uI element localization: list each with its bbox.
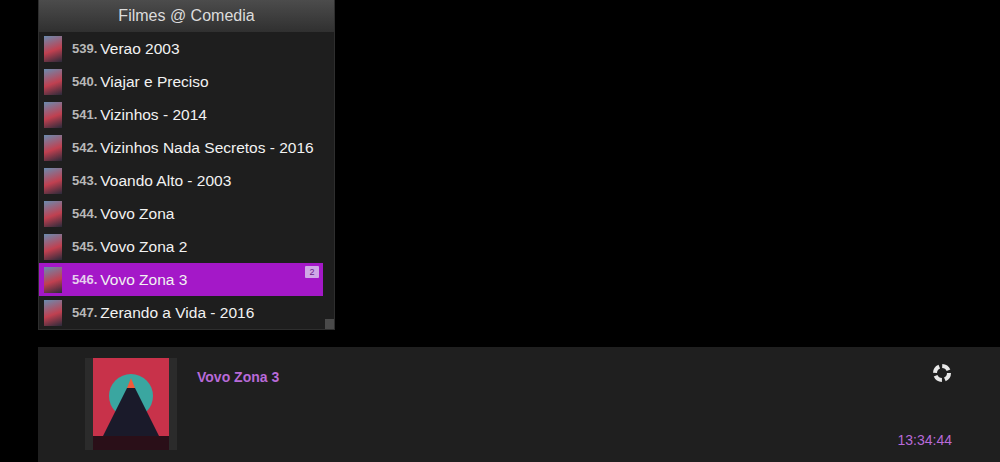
movie-title: Vizinhos Nada Secretos - 2016 <box>100 139 313 157</box>
movie-list-panel: Filmes @ Comedia539.Verao 2003540.Viajar… <box>38 0 335 330</box>
movie-title: Voando Alto - 2003 <box>100 172 231 190</box>
info-bar: Vovo Zona 3 13:34:44 <box>38 347 1000 462</box>
movie-title: Zerando a Vida - 2016 <box>100 304 254 322</box>
count-badge: 2 <box>305 266 319 278</box>
movie-number: 546. <box>72 272 97 287</box>
movie-title: Vizinhos - 2014 <box>100 106 207 124</box>
movie-item[interactable]: 542.Vizinhos Nada Secretos - 2016 <box>39 131 323 164</box>
poster-thumbnail <box>44 102 62 128</box>
movie-item[interactable]: 545.Vovo Zona 2 <box>39 230 323 263</box>
movie-item[interactable]: 540.Viajar e Preciso <box>39 65 323 98</box>
movie-title: Verao 2003 <box>100 40 179 58</box>
screen: Filmes @ Comedia539.Verao 2003540.Viajar… <box>0 0 1000 462</box>
list-header: Filmes @ Comedia <box>39 0 334 32</box>
movie-item[interactable]: 544.Vovo Zona <box>39 197 323 230</box>
info-main: Vovo Zona 3 <box>177 358 898 386</box>
movie-title: Viajar e Preciso <box>100 73 208 91</box>
poster-thumbnail <box>44 300 62 326</box>
movie-item[interactable]: 543.Voando Alto - 2003 <box>39 164 323 197</box>
movie-list: 539.Verao 2003540.Viajar e Preciso541.Vi… <box>39 32 323 329</box>
movie-item[interactable]: 539.Verao 2003 <box>39 32 323 65</box>
movie-number: 547. <box>72 305 97 320</box>
movie-item[interactable]: 541.Vizinhos - 2014 <box>39 98 323 131</box>
movie-item[interactable]: 547.Zerando a Vida - 2016 <box>39 296 323 329</box>
list-body: 539.Verao 2003540.Viajar e Preciso541.Vi… <box>39 32 334 329</box>
poster-icon <box>93 358 169 450</box>
loading-icon <box>932 363 952 383</box>
poster-thumbnail <box>44 69 62 95</box>
poster-thumbnail <box>44 135 62 161</box>
poster-thumbnail <box>44 168 62 194</box>
movie-title: Vovo Zona 3 <box>100 271 187 289</box>
poster-image <box>85 358 177 450</box>
movie-number: 541. <box>72 107 97 122</box>
clock-time: 13:34:44 <box>898 432 953 450</box>
movie-item[interactable]: 546.Vovo Zona 3 2 <box>39 263 323 296</box>
movie-number: 540. <box>72 74 97 89</box>
info-side: 13:34:44 <box>898 358 1000 450</box>
scrollbar-thumb[interactable] <box>325 319 334 329</box>
poster-thumbnail <box>44 201 62 227</box>
poster-thumbnail <box>44 267 62 293</box>
scrollbar[interactable] <box>325 32 334 329</box>
movie-title: Vovo Zona <box>100 205 174 223</box>
movie-number: 543. <box>72 173 97 188</box>
movie-number: 542. <box>72 140 97 155</box>
movie-title: Vovo Zona 2 <box>100 238 187 256</box>
movie-number: 539. <box>72 41 97 56</box>
selected-title: Vovo Zona 3 <box>197 369 279 385</box>
poster-thumbnail <box>44 234 62 260</box>
movie-number: 544. <box>72 206 97 221</box>
poster-thumbnail <box>44 36 62 62</box>
movie-number: 545. <box>72 239 97 254</box>
